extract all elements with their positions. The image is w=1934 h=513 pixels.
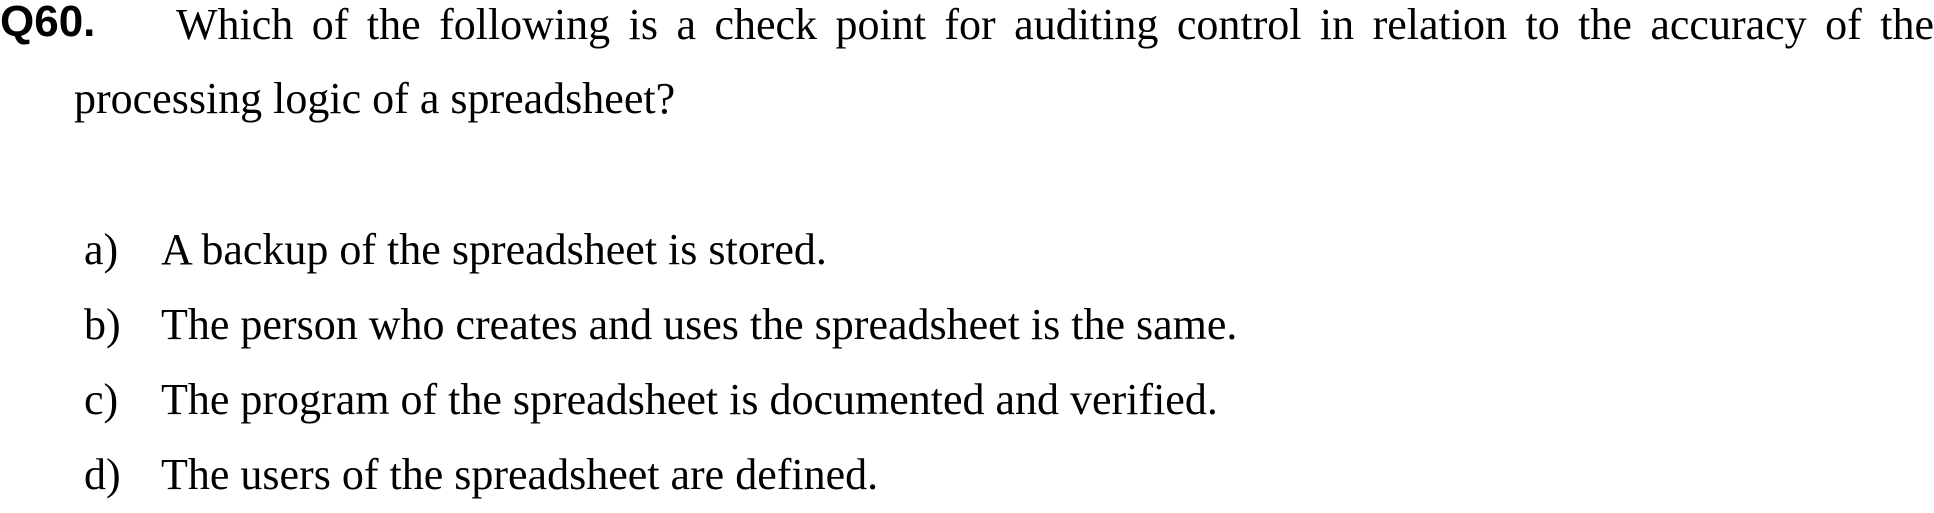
option-text: The program of the spreadsheet is docume… — [161, 375, 1218, 424]
option-letter: a) — [84, 225, 119, 274]
question-text: Which of the following is a check point … — [74, 0, 1934, 123]
option-c: c) The program of the spreadsheet is doc… — [84, 363, 1237, 438]
option-a: a) A backup of the spreadsheet is stored… — [84, 213, 1237, 288]
option-d: d) The users of the spreadsheet are defi… — [84, 438, 1237, 513]
option-letter: c) — [84, 375, 119, 424]
answer-options: a) A backup of the spreadsheet is stored… — [84, 213, 1237, 513]
option-b: b) The person who creates and uses the s… — [84, 288, 1237, 363]
question-block: Q60. Which of the following is a check p… — [0, 0, 1934, 501]
option-text: The person who creates and uses the spre… — [161, 300, 1238, 349]
option-letter: b) — [84, 300, 121, 349]
option-text: A backup of the spreadsheet is stored. — [161, 225, 827, 274]
